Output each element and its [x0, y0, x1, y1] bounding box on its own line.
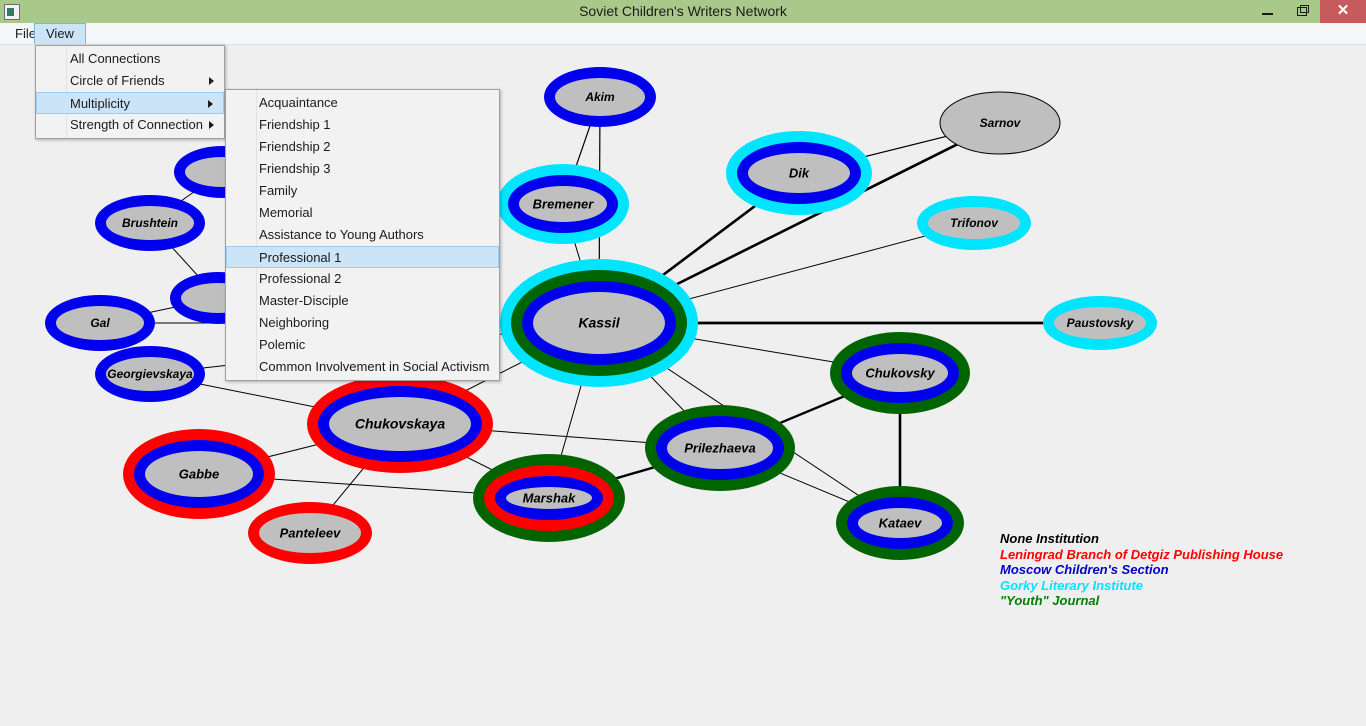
- multiplicity-item-master-disciple[interactable]: Master-Disciple: [226, 290, 499, 312]
- menu-item-label: Polemic: [259, 337, 306, 352]
- close-icon: ✕: [1336, 2, 1350, 19]
- graph-node-georgievskaya[interactable]: Georgievskaya: [95, 346, 205, 402]
- menu-item-label: Neighboring: [259, 315, 330, 330]
- submenu-arrow-icon: [208, 100, 213, 108]
- menu-item-label: Master-Disciple: [259, 293, 349, 308]
- legend-item-none: None Institution: [1000, 531, 1099, 546]
- network-graph: Akim Bremener Dik Sarnov TrifonovPaustovsky K…: [45, 67, 1157, 564]
- graph-canvas[interactable]: Akim Bremener Dik Sarnov Trifonov Paustovsky K…: [0, 44, 1366, 726]
- maximize-button[interactable]: [1285, 0, 1320, 23]
- graph-node-brushtein[interactable]: Brushtein: [95, 195, 205, 251]
- multiplicity-item-common-involvement-in-social-activism[interactable]: Common Involvement in Social Activism: [226, 356, 499, 378]
- menu-item-label: Memorial: [259, 205, 313, 220]
- menu-item-label: Family: [259, 183, 298, 198]
- node-body: [555, 78, 645, 116]
- node-body: [106, 357, 194, 391]
- legend-item-detgiz: Leningrad Branch of Detgiz Publishing Ho…: [1000, 546, 1284, 562]
- application-window: Soviet Children's Writers Network ✕ File…: [0, 0, 1366, 726]
- graph-node-panteleev[interactable]: Panteleev: [248, 502, 372, 564]
- node-body: [858, 508, 942, 538]
- menu-item-label: All Connections: [70, 51, 161, 66]
- node-body: [1054, 307, 1146, 339]
- multiplicity-item-family[interactable]: Family: [226, 180, 499, 202]
- multiplicity-item-acquaintance[interactable]: Acquaintance: [226, 92, 499, 114]
- graph-node-kataev[interactable]: Kataev: [836, 486, 964, 560]
- graph-node-paustovsky[interactable]: Paustovsky: [1043, 296, 1157, 350]
- window-controls: ✕: [1250, 0, 1366, 23]
- node-body: [852, 354, 948, 392]
- node-outline: [939, 91, 1061, 155]
- minimize-button[interactable]: [1250, 0, 1285, 23]
- nodes-layer: Akim Bremener Dik Sarnov TrifonovPaustovsky K…: [45, 67, 1157, 564]
- multiplicity-item-polemic[interactable]: Polemic: [226, 334, 499, 356]
- node-body: [928, 207, 1020, 239]
- view-menu-item-multiplicity[interactable]: Multiplicity: [36, 92, 224, 114]
- node-body: [329, 397, 471, 451]
- institution-legend: None Institution Leningrad Branch of Det…: [1000, 531, 1283, 609]
- node-body: [56, 306, 144, 340]
- node-body: [748, 153, 850, 193]
- node-body: [145, 451, 253, 497]
- graph-node-dik[interactable]: Dik: [726, 131, 872, 215]
- menu-item-label: Professional 1: [259, 250, 342, 265]
- submenu-arrow-icon: [209, 77, 214, 85]
- node-body: [506, 487, 592, 509]
- submenu-arrow-icon: [209, 121, 214, 129]
- multiplicity-submenu: Acquaintance Friendship 1 Friendship 2 Frie…: [225, 89, 500, 381]
- multiplicity-item-professional-2[interactable]: Professional 2: [226, 268, 499, 290]
- menu-bar: File View: [0, 23, 1366, 45]
- multiplicity-item-friendship-3[interactable]: Friendship 3: [226, 158, 499, 180]
- menu-item-label: Circle of Friends: [70, 73, 165, 88]
- graph-node-akim[interactable]: Akim: [544, 67, 656, 127]
- view-menu-item-circle-of-friends[interactable]: Circle of Friends: [36, 70, 224, 92]
- window-title: Soviet Children's Writers Network: [579, 3, 787, 19]
- menu-item-label: Professional 2: [259, 271, 342, 286]
- close-button[interactable]: ✕: [1320, 0, 1366, 23]
- node-body: [519, 186, 607, 222]
- legend-item-youth: "Youth" Journal: [1000, 593, 1100, 608]
- menu-item-label: Friendship 3: [259, 161, 331, 176]
- view-menu-item-strength-of-connection[interactable]: Strength of Connection: [36, 114, 224, 136]
- node-body: [106, 206, 194, 240]
- menu-item-label: Common Involvement in Social Activism: [259, 359, 490, 374]
- menu-item-label: Strength of Connection: [70, 117, 203, 132]
- multiplicity-item-assistance-to-young-authors[interactable]: Assistance to Young Authors: [226, 224, 499, 246]
- graph-node-chukovskaya[interactable]: Chukovskaya: [307, 375, 493, 473]
- graph-node-kassil[interactable]: Kassil: [500, 259, 698, 387]
- menu-item-label: Friendship 2: [259, 139, 331, 154]
- graph-node-gal[interactable]: Gal: [45, 295, 155, 351]
- menu-item-label: Acquaintance: [259, 95, 338, 110]
- graph-node-chukovsky[interactable]: Chukovsky: [830, 332, 970, 414]
- graph-node-marshak[interactable]: Marshak: [473, 454, 625, 542]
- legend-item-gorky: Gorky Literary Institute: [1000, 577, 1144, 593]
- graph-node-sarnov[interactable]: Sarnov: [939, 91, 1061, 155]
- node-body: [533, 292, 665, 354]
- node-body: [667, 427, 773, 469]
- menu-item-label: Friendship 1: [259, 117, 331, 132]
- legend-item-moscow: Moscow Children's Section: [1000, 562, 1169, 577]
- graph-node-prilezhaeva[interactable]: Prilezhaeva: [645, 405, 795, 491]
- title-bar: Soviet Children's Writers Network ✕: [0, 0, 1366, 24]
- view-dropdown-menu: All Connections Circle of Friends Multipli…: [35, 45, 225, 139]
- graph-node-bremener[interactable]: Bremener: [497, 164, 629, 244]
- graph-node-trifonov[interactable]: Trifonov: [917, 196, 1031, 250]
- menu-item-label: Assistance to Young Authors: [259, 227, 424, 242]
- menu-item-label: Multiplicity: [70, 96, 130, 111]
- multiplicity-item-friendship-2[interactable]: Friendship 2: [226, 136, 499, 158]
- multiplicity-item-professional-1[interactable]: Professional 1: [226, 246, 499, 268]
- multiplicity-item-neighboring[interactable]: Neighboring: [226, 312, 499, 334]
- multiplicity-item-friendship-1[interactable]: Friendship 1: [226, 114, 499, 136]
- menubar-item-view[interactable]: View: [34, 23, 86, 45]
- multiplicity-item-memorial[interactable]: Memorial: [226, 202, 499, 224]
- node-body: [259, 513, 361, 553]
- graph-node-gabbe[interactable]: Gabbe: [123, 429, 275, 519]
- view-menu-item-all-connections[interactable]: All Connections: [36, 48, 224, 70]
